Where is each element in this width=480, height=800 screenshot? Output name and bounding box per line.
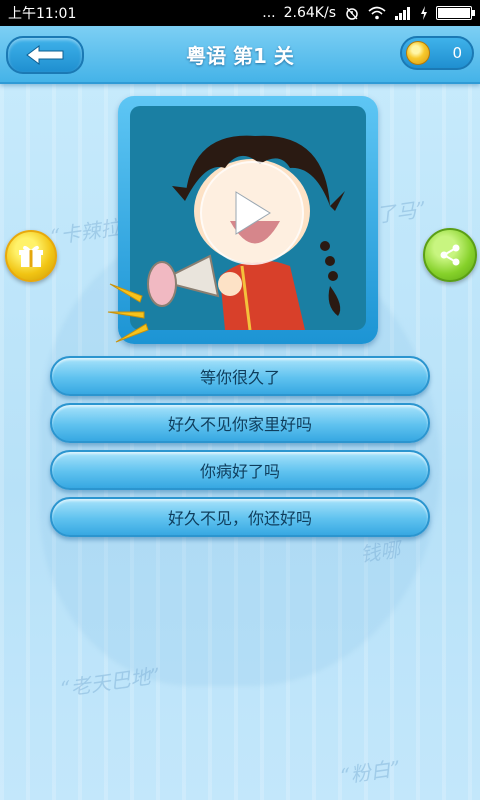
- answer-option-4[interactable]: 好久不见，你还好吗: [50, 497, 430, 537]
- coin-counter: 0: [400, 36, 474, 70]
- signal-icon: [395, 7, 410, 20]
- status-speed: 2.64K/s: [283, 5, 336, 21]
- play-button[interactable]: [200, 161, 304, 265]
- back-arrow-icon: [26, 45, 64, 65]
- battery-level: [438, 8, 470, 18]
- share-button[interactable]: [423, 228, 477, 282]
- share-icon: [440, 244, 460, 266]
- question-picture[interactable]: [130, 106, 366, 330]
- answer-option-3[interactable]: 你病好了吗: [50, 450, 430, 490]
- gift-icon: [19, 245, 43, 267]
- back-button[interactable]: [6, 36, 84, 74]
- charging-icon: [421, 6, 427, 20]
- status-bar: 上午11:01 ... 2.64K/s: [0, 0, 480, 26]
- battery-icon: [436, 6, 475, 20]
- watermark-text: “老天巴地”: [59, 663, 162, 701]
- sound-wave-icon: [107, 283, 149, 343]
- answer-option-2[interactable]: 好久不见你家里好吗: [50, 403, 430, 443]
- watermark-text: “粉白”: [338, 755, 403, 789]
- watermark-text: “卡辣拉: [48, 215, 122, 249]
- alarm-icon: [346, 7, 358, 20]
- gift-button[interactable]: [5, 230, 57, 282]
- status-time: 上午11:01: [8, 6, 77, 22]
- page-title: 粤语 第1 关: [186, 44, 294, 68]
- watermark-text: 钱哪: [358, 537, 402, 567]
- wifi-icon: [368, 6, 386, 20]
- question-picture-frame: [118, 96, 378, 344]
- play-icon: [235, 191, 271, 235]
- answer-option-1[interactable]: 等你很久了: [50, 356, 430, 396]
- coin-count: 0: [452, 44, 462, 62]
- header-bar: 粤语 第1 关 0: [0, 26, 480, 84]
- watermark-text: 了马”: [374, 196, 428, 228]
- status-dots: ...: [262, 5, 276, 21]
- coin-icon: [406, 41, 430, 65]
